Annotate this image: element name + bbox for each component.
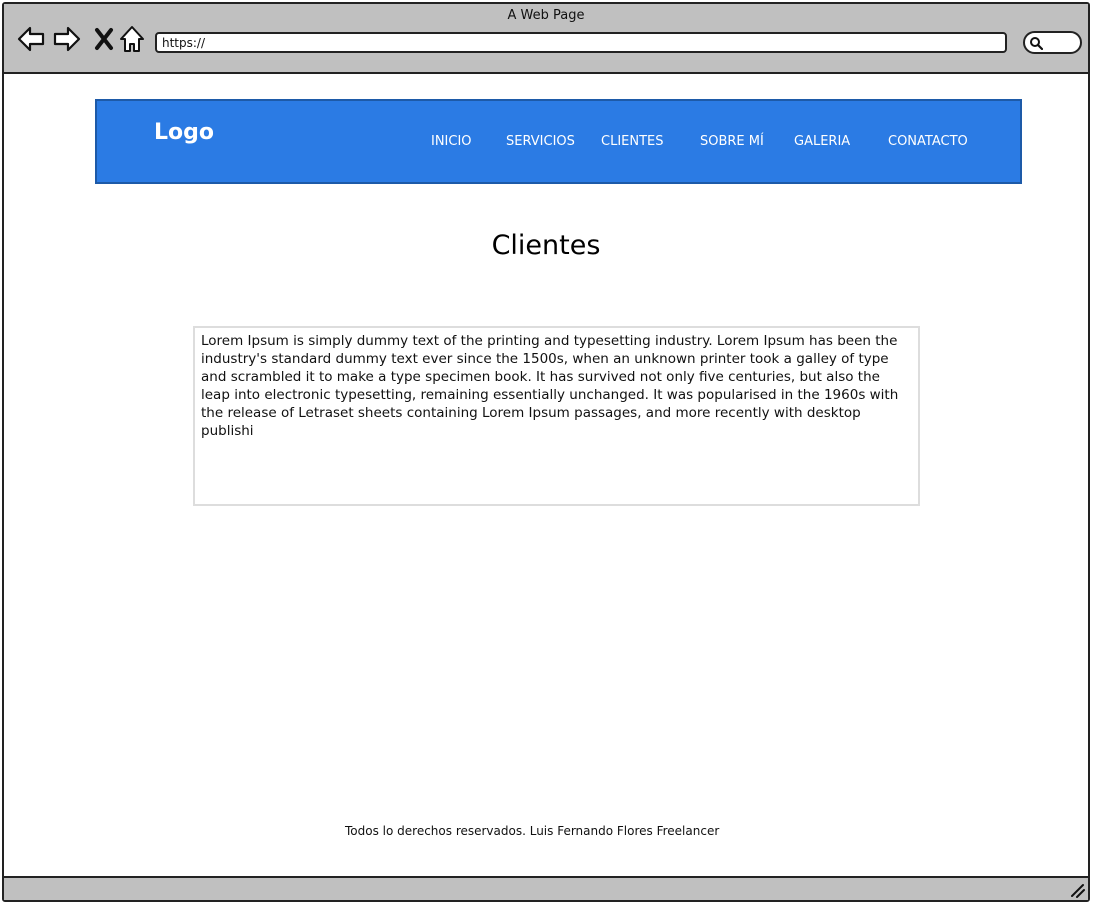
stop-icon[interactable] (90, 24, 120, 54)
address-bar[interactable]: https:// (155, 32, 1007, 53)
browser-search-box[interactable] (1023, 31, 1082, 54)
search-icon (1030, 37, 1043, 50)
browser-titlebar: A Web Page https:// (4, 4, 1088, 74)
site-header: Logo INICIO SERVICIOS CLIENTES SOBRE MÍ … (95, 99, 1022, 184)
window-title: A Web Page (507, 8, 585, 23)
nav-item-sobre-mi[interactable]: SOBRE MÍ (700, 134, 764, 149)
nav-item-servicios[interactable]: SERVICIOS (506, 134, 575, 149)
page-title: Clientes (491, 230, 601, 261)
nav-item-inicio[interactable]: INICIO (431, 134, 472, 149)
resize-grip-icon[interactable] (1068, 881, 1086, 899)
site-logo[interactable]: Logo (154, 120, 214, 145)
footer-text: Todos lo derechos reservados. Luis Ferna… (345, 824, 720, 838)
browser-statusbar (4, 876, 1088, 900)
nav-item-galeria[interactable]: GALERIA (794, 134, 850, 149)
forward-arrow-icon[interactable] (52, 24, 82, 54)
browser-window: A Web Page https:// Logo INICIO SERVICIO… (2, 2, 1090, 902)
nav-item-contacto[interactable]: CONATACTO (888, 134, 968, 149)
clients-text-area[interactable]: Lorem Ipsum is simply dummy text of the … (193, 326, 920, 506)
back-arrow-icon[interactable] (16, 24, 46, 54)
nav-item-clientes[interactable]: CLIENTES (601, 134, 664, 149)
home-icon[interactable] (117, 24, 147, 54)
